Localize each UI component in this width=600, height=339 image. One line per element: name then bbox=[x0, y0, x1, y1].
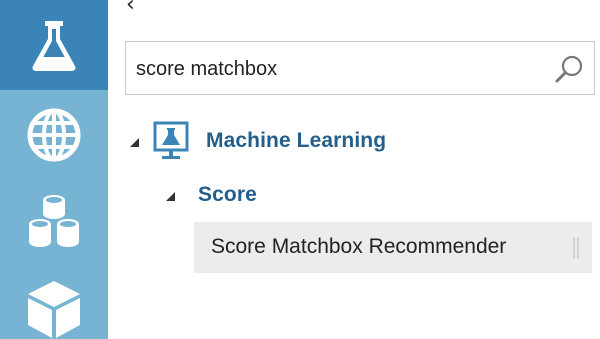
flask-icon bbox=[28, 17, 80, 73]
expanded-triangle-icon[interactable] bbox=[164, 189, 176, 201]
module-label: Score Matchbox Recommender bbox=[211, 235, 507, 258]
subcategory-label: Score bbox=[198, 183, 257, 206]
left-nav-rail bbox=[0, 0, 108, 339]
search-icon[interactable] bbox=[554, 54, 584, 84]
search-box[interactable] bbox=[125, 41, 595, 95]
nav-experiments[interactable] bbox=[0, 0, 108, 90]
collapse-panel-button[interactable]: ‹ bbox=[126, 0, 135, 17]
datasets-icon bbox=[25, 190, 83, 252]
drag-handle-icon[interactable] bbox=[572, 237, 580, 259]
cube-icon bbox=[25, 278, 83, 339]
nav-web-services[interactable] bbox=[0, 90, 108, 180]
tree-node-machine-learning[interactable]: Machine Learning bbox=[128, 120, 386, 162]
nav-modules[interactable] bbox=[0, 264, 108, 339]
module-item-score-matchbox-recommender[interactable]: Score Matchbox Recommender bbox=[194, 222, 592, 273]
module-palette: ‹ Machine Le bbox=[0, 0, 600, 339]
category-label: Machine Learning bbox=[206, 129, 387, 152]
nav-datasets[interactable] bbox=[0, 176, 108, 266]
machine-learning-icon bbox=[152, 120, 192, 162]
palette-panel: ‹ Machine Le bbox=[108, 0, 600, 339]
search-input[interactable] bbox=[136, 52, 536, 86]
expanded-triangle-icon[interactable] bbox=[128, 135, 140, 147]
globe-icon bbox=[26, 107, 82, 163]
tree-node-score[interactable]: Score bbox=[164, 183, 257, 207]
